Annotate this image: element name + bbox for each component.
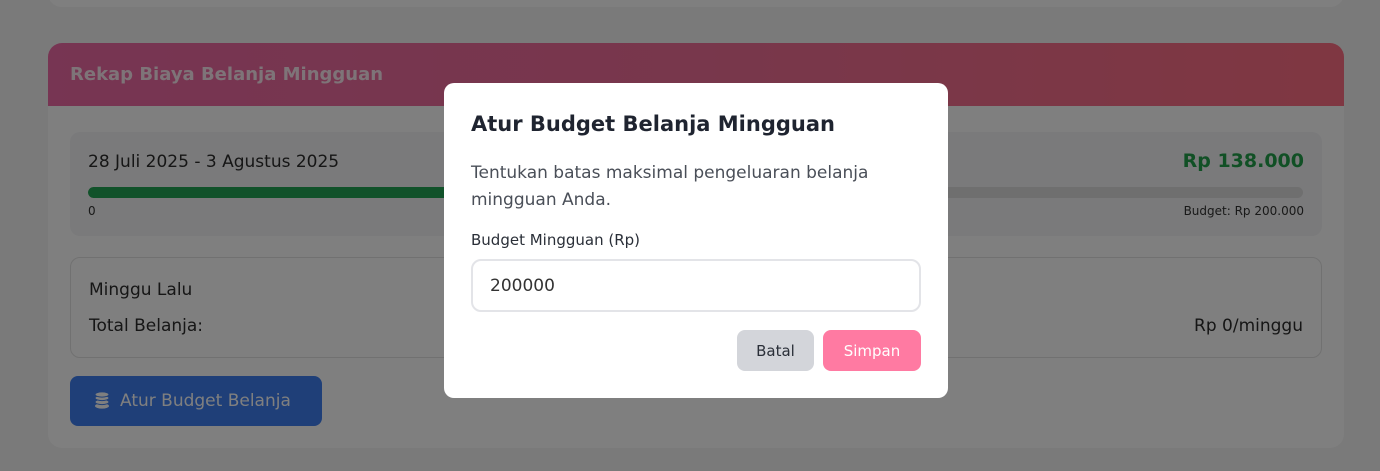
modal-title: Atur Budget Belanja Mingguan	[471, 112, 835, 136]
cancel-button[interactable]: Batal	[737, 330, 814, 371]
save-button[interactable]: Simpan	[823, 330, 921, 371]
modal-description: Tentukan batas maksimal pengeluaran bela…	[471, 163, 869, 210]
budget-input[interactable]	[471, 259, 921, 312]
budget-modal: Atur Budget Belanja Mingguan Tentukan ba…	[444, 83, 948, 398]
budget-field-label: Budget Mingguan (Rp)	[471, 231, 640, 249]
